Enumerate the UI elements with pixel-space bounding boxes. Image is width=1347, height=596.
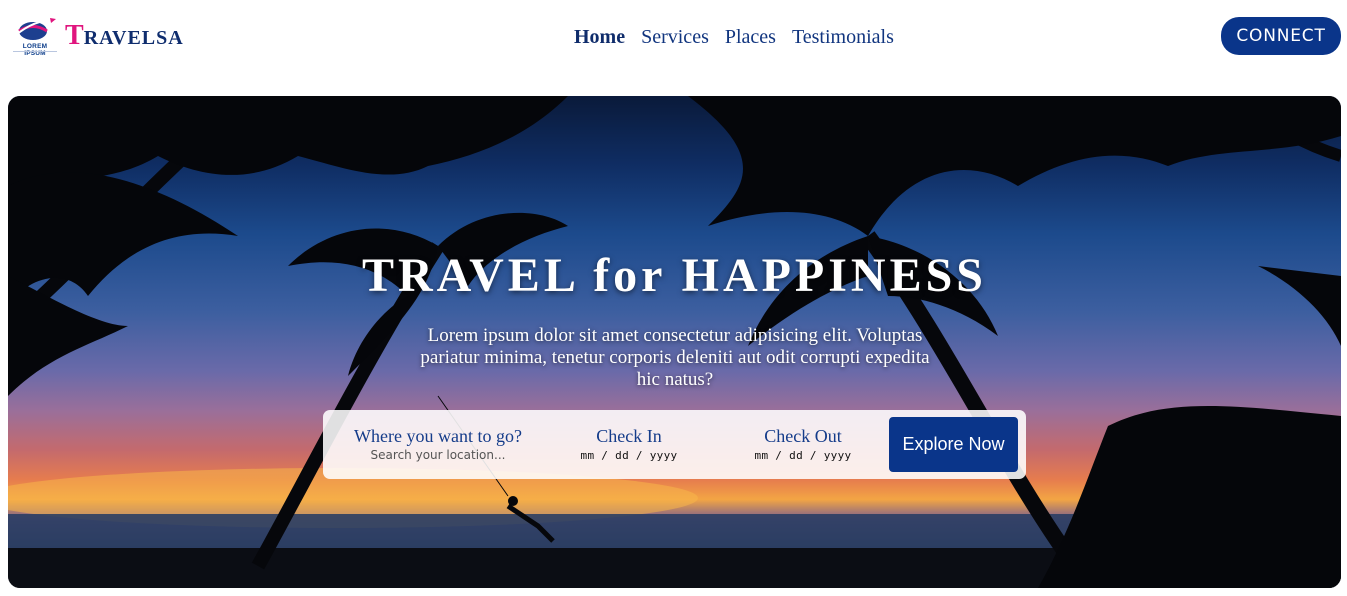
checkin-field: Check In mm / dd / yyyy	[559, 426, 699, 462]
search-bar: Where you want to go? Check In mm / dd /…	[323, 410, 1026, 479]
destination-input[interactable]	[358, 448, 518, 462]
logo-caption: LOREM IPSUM	[22, 43, 48, 57]
checkout-label: Check Out	[764, 426, 842, 446]
logo[interactable]: LOREM IPSUM	[10, 16, 58, 57]
site-header: LOREM IPSUM T RAVELSA Home Services Plac…	[0, 0, 1347, 76]
logo-underline	[13, 51, 57, 52]
nav-home[interactable]: Home	[574, 24, 625, 50]
checkout-field: Check Out mm / dd / yyyy	[733, 426, 873, 462]
brand-rest: RAVELSA	[83, 27, 184, 49]
hero-description: Lorem ipsum dolor sit amet consectetur a…	[420, 325, 930, 390]
hero-section: TRAVEL for HAPPINESS Lorem ipsum dolor s…	[8, 96, 1341, 588]
nav-places[interactable]: Places	[725, 24, 776, 50]
checkout-date-input[interactable]: mm / dd / yyyy	[733, 449, 873, 462]
nav-services[interactable]: Services	[641, 24, 709, 50]
explore-now-button[interactable]: Explore Now	[889, 417, 1018, 472]
connect-button[interactable]: CONNECT	[1221, 17, 1341, 55]
nav-testimonials[interactable]: Testimonials	[792, 24, 894, 50]
destination-field: Where you want to go?	[343, 426, 533, 464]
destination-label: Where you want to go?	[354, 426, 522, 446]
checkin-label: Check In	[596, 426, 662, 446]
brand-initial: T	[65, 20, 84, 51]
main-nav: Home Services Places Testimonials	[574, 24, 894, 50]
plane-swoosh-icon	[50, 18, 56, 23]
checkin-date-input[interactable]: mm / dd / yyyy	[559, 449, 699, 462]
logo-globe-icon	[15, 18, 56, 40]
brand-name[interactable]: T RAVELSA	[65, 20, 184, 51]
hero-title: TRAVEL for HAPPINESS	[361, 249, 987, 302]
